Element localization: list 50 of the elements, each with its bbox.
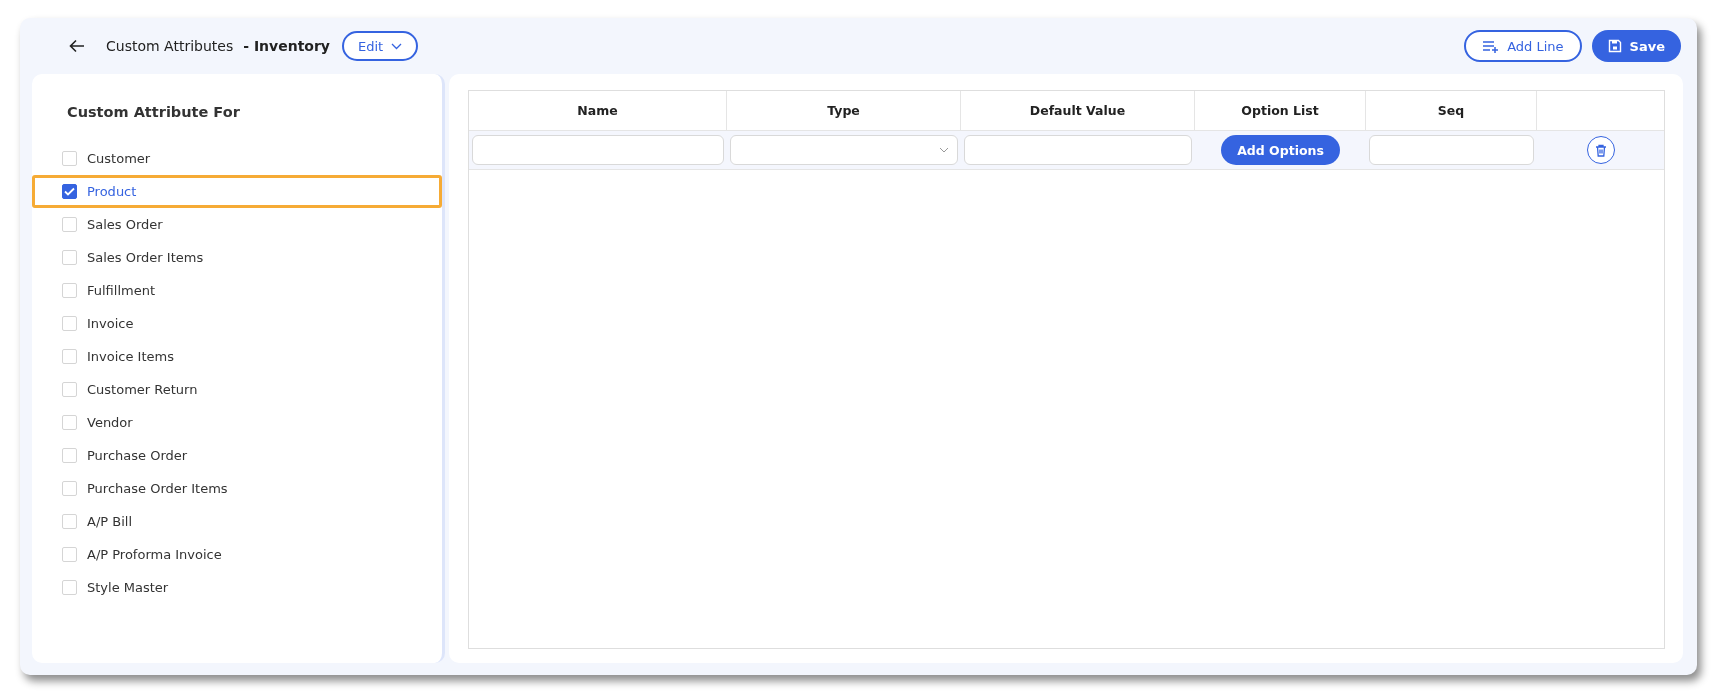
add-options-button[interactable]: Add Options (1221, 135, 1340, 165)
checkbox-label: Style Master (87, 580, 169, 595)
name-input-field[interactable] (472, 135, 724, 165)
selected-list-item[interactable]: Product (32, 175, 442, 208)
list-item[interactable]: Style Master (32, 571, 442, 604)
column-header: Option List (1195, 91, 1366, 130)
checkbox-label: Product (87, 184, 137, 199)
column-header: Name (469, 91, 727, 130)
checkbox-label: Invoice (87, 316, 134, 331)
checkbox-label: Purchase Order (87, 448, 188, 463)
type-select-field[interactable] (730, 135, 958, 165)
column-header: Seq (1366, 91, 1537, 130)
page-title: Custom Attributes (106, 38, 234, 54)
checkbox-label: Customer Return (87, 382, 198, 397)
list-item[interactable]: Customer (32, 142, 442, 175)
checkbox-label: Vendor (87, 415, 133, 430)
list-item[interactable]: A/P Proforma Invoice (32, 538, 442, 571)
list-add-icon (1482, 39, 1500, 53)
checkbox-label: Sales Order Items (87, 250, 204, 265)
checkbox-label: A/P Proforma Invoice (87, 547, 222, 562)
module-name: - Inventory (243, 38, 330, 54)
checkbox[interactable] (62, 184, 77, 199)
list-item[interactable]: Sales Order Items (32, 241, 442, 274)
checkbox-label: Sales Order (87, 217, 163, 232)
edit-dropdown-button[interactable]: Edit (342, 31, 419, 61)
add-line-button[interactable]: Add Line (1464, 30, 1582, 62)
list-item[interactable]: Invoice Items (32, 340, 442, 373)
sidebar-title: Custom Attribute For (67, 104, 241, 120)
seq-input-field[interactable] (1369, 135, 1534, 165)
list-item[interactable]: Fulfillment (32, 274, 442, 307)
column-header: Type (727, 91, 961, 130)
back-arrow-icon[interactable] (68, 37, 86, 55)
column-header: Default Value (961, 91, 1195, 130)
list-item[interactable]: Vendor (32, 406, 442, 439)
list-item[interactable]: Purchase Order Items (32, 472, 442, 505)
list-item[interactable]: Sales Order (32, 208, 442, 241)
list-item[interactable]: A/P Bill (32, 505, 442, 538)
list-item[interactable]: Purchase Order (32, 439, 442, 472)
delete-icon[interactable] (1586, 136, 1615, 164)
chevron-down-icon (939, 147, 949, 153)
chevron-down-icon (391, 42, 403, 50)
checkbox-label: Fulfillment (87, 283, 156, 298)
checkbox-label: Purchase Order Items (87, 481, 228, 496)
checkbox-label: A/P Bill (87, 514, 132, 529)
save-button[interactable]: Save (1591, 30, 1681, 62)
list-item[interactable]: Customer Return (32, 373, 442, 406)
checkbox-label: Invoice Items (87, 349, 174, 364)
default-value-input-field[interactable] (964, 135, 1192, 165)
list-item[interactable]: Invoice (32, 307, 442, 340)
checkbox-label: Customer (87, 151, 151, 166)
